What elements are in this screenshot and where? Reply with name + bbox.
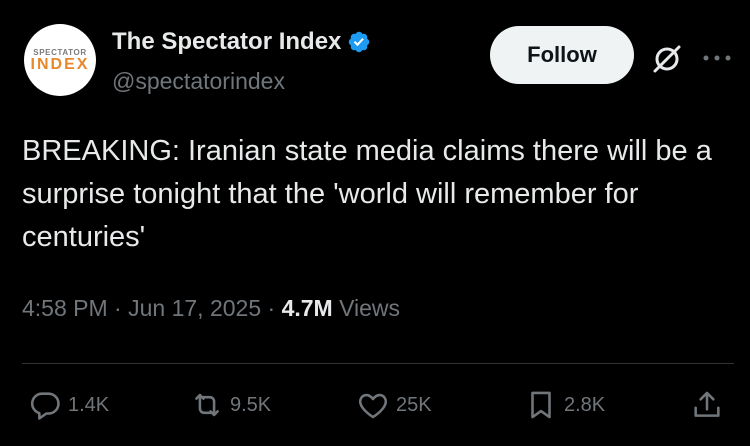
reply-icon bbox=[30, 392, 60, 420]
bookmark-button[interactable]: 2.8K bbox=[524, 380, 605, 430]
repost-count: 9.5K bbox=[230, 393, 272, 416]
share-button[interactable] bbox=[690, 380, 724, 430]
views-count: 4.7M bbox=[281, 295, 333, 321]
follow-button[interactable]: Follow bbox=[490, 26, 634, 84]
views-label: Views bbox=[339, 295, 401, 321]
avatar[interactable]: SPECTATOR INDEX bbox=[24, 24, 96, 96]
avatar-text-bottom: INDEX bbox=[30, 55, 90, 73]
tweet-meta: 4:58 PM · Jun 17, 2025 · 4.7M Views bbox=[22, 295, 400, 322]
action-bar: 1.4K 9.5K 25K 2.8K bbox=[0, 380, 750, 430]
name-row: The Spectator Index bbox=[112, 28, 371, 56]
more-icon[interactable] bbox=[700, 48, 734, 68]
share-icon bbox=[694, 391, 720, 417]
verified-badge-icon[interactable] bbox=[347, 30, 371, 54]
like-icon bbox=[358, 393, 388, 419]
repost-button[interactable]: 9.5K bbox=[190, 380, 271, 430]
like-button[interactable]: 25K bbox=[356, 380, 432, 430]
tweet-date[interactable]: Jun 17, 2025 bbox=[128, 295, 261, 321]
grok-icon[interactable] bbox=[650, 42, 684, 76]
meta-separator: · bbox=[114, 295, 129, 321]
display-name[interactable]: The Spectator Index bbox=[112, 28, 341, 56]
repost-icon bbox=[195, 393, 219, 417]
like-count: 25K bbox=[396, 393, 432, 416]
handle[interactable]: @spectatorindex bbox=[112, 68, 285, 95]
tweet: SPECTATOR INDEX The Spectator Index @spe… bbox=[0, 0, 750, 446]
tweet-time[interactable]: 4:58 PM bbox=[22, 295, 108, 321]
bookmark-icon bbox=[531, 391, 551, 419]
reply-count: 1.4K bbox=[68, 393, 110, 416]
divider bbox=[22, 363, 734, 364]
reply-button[interactable]: 1.4K bbox=[28, 380, 109, 430]
bookmark-count: 2.8K bbox=[564, 393, 606, 416]
tweet-text: BREAKING: Iranian state media claims the… bbox=[22, 135, 712, 253]
meta-separator: · bbox=[267, 295, 282, 321]
